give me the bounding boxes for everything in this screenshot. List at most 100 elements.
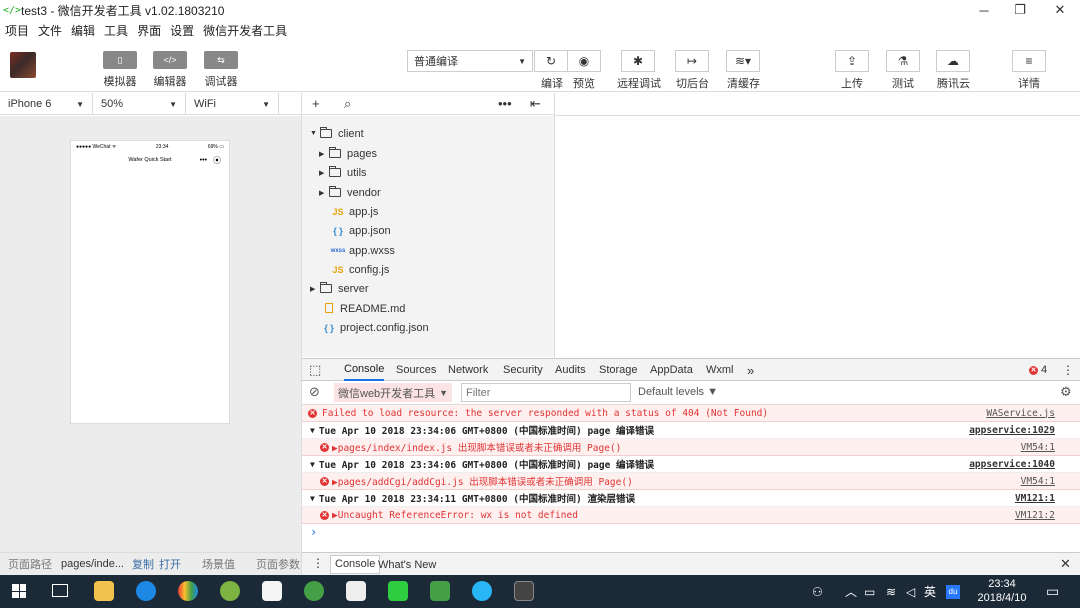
avatar[interactable] xyxy=(10,52,36,78)
debugger-toggle-button[interactable]: ⇆ 调试器 xyxy=(204,51,238,89)
editor-toggle-button[interactable]: </> 编辑器 xyxy=(153,51,187,89)
test-button[interactable]: ⚗ xyxy=(886,50,920,72)
gear-icon[interactable]: ⚙ xyxy=(1060,384,1072,400)
tencent-cloud-button[interactable]: ☁ xyxy=(936,50,970,72)
log-source-link[interactable]: VM54:1 xyxy=(1021,476,1055,487)
close-capsule-icon[interactable]: ⦿ xyxy=(213,155,221,166)
log-source-link[interactable]: WAService.js xyxy=(986,408,1055,419)
zoom-select[interactable]: 50% ▼ xyxy=(93,93,186,115)
drawer-tab-console[interactable]: Console xyxy=(330,555,381,574)
menu-settings[interactable]: 设置 xyxy=(170,22,194,39)
console-log-row[interactable]: ✕ ▶pages/addCgi/addCgi.js 出现脚本错误或者未正确调用 … xyxy=(302,473,1080,490)
tree-file-project-config[interactable]: { } project.config.json xyxy=(320,318,428,337)
ime-indicator[interactable]: 英 xyxy=(924,575,936,608)
mail-icon[interactable] xyxy=(346,581,366,601)
copy-link[interactable]: 复制 xyxy=(132,556,154,572)
people-icon[interactable]: ⚇ xyxy=(812,575,823,608)
tree-file-config-js[interactable]: JS config.js xyxy=(329,260,389,279)
file-explorer-icon[interactable] xyxy=(94,581,114,601)
add-file-icon[interactable]: + xyxy=(312,96,320,111)
kebab-menu-icon[interactable]: ⋮ xyxy=(312,556,324,570)
tree-folder-utils[interactable]: ▶ utils xyxy=(319,163,367,182)
kebab-menu-icon[interactable]: ⋮ xyxy=(1062,359,1074,381)
collapse-icon[interactable]: ⇤ xyxy=(530,96,541,112)
error-counter[interactable]: ✕ 4 xyxy=(1029,359,1047,381)
clear-console-icon[interactable]: ⊘ xyxy=(309,384,320,400)
remote-debug-button[interactable]: ✱ xyxy=(621,50,655,72)
clear-cache-button[interactable]: ≋▾ xyxy=(726,50,760,72)
tab-network[interactable]: Network xyxy=(448,359,488,381)
notification-icon[interactable]: ▭ xyxy=(1046,575,1059,608)
iqiyi-icon[interactable] xyxy=(388,581,408,601)
simulator-toggle-button[interactable]: ▯ 模拟器 xyxy=(103,51,137,89)
compile-mode-select[interactable]: 普通编译 ▼ xyxy=(407,50,533,72)
editor-divider[interactable] xyxy=(554,93,555,358)
task-view-icon[interactable] xyxy=(52,584,68,597)
more-tabs-button[interactable]: » xyxy=(747,359,754,381)
log-source-link[interactable]: appservice:1040 xyxy=(969,459,1055,470)
browser-360-icon[interactable] xyxy=(304,581,324,601)
taskbar-clock[interactable]: 23:34 2018/4/10 xyxy=(972,577,1032,605)
scene-label[interactable]: 场景值 xyxy=(202,556,235,572)
volume-icon[interactable]: ◁ xyxy=(906,575,915,608)
tab-appdata[interactable]: AppData xyxy=(650,359,693,381)
tree-file-readme[interactable]: README.md xyxy=(320,299,405,318)
details-button[interactable]: ≡ xyxy=(1012,50,1046,72)
console-group-row[interactable]: ▼ Tue Apr 10 2018 23:34:06 GMT+0800 (中国标… xyxy=(302,456,1080,473)
tab-wxml[interactable]: Wxml xyxy=(706,359,734,381)
menu-project[interactable]: 项目 xyxy=(5,22,29,39)
console-filter-input[interactable] xyxy=(461,383,631,402)
minimize-button[interactable]: ─ xyxy=(964,0,1004,20)
close-button[interactable]: ✕ xyxy=(1040,0,1080,20)
tab-audits[interactable]: Audits xyxy=(555,359,586,381)
tab-security[interactable]: Security xyxy=(503,359,543,381)
qq-browser-icon[interactable] xyxy=(472,581,492,601)
tab-console[interactable]: Console xyxy=(344,359,385,381)
menu-devtools[interactable]: 微信开发者工具 xyxy=(203,22,287,39)
log-source-link[interactable]: VM121:2 xyxy=(1015,510,1055,521)
tree-folder-client[interactable]: ▼ client xyxy=(310,124,364,143)
menu-edit[interactable]: 编辑 xyxy=(71,22,95,39)
app-k-icon[interactable] xyxy=(136,581,156,601)
log-source-link[interactable]: VM121:1 xyxy=(1015,493,1055,504)
log-levels-select[interactable]: Default levels ▼ xyxy=(638,386,718,398)
more-icon[interactable]: ••• xyxy=(200,157,207,164)
tree-file-app-js[interactable]: JS app.js xyxy=(329,202,378,221)
open-link[interactable]: 打开 xyxy=(159,556,181,572)
tab-sources[interactable]: Sources xyxy=(396,359,436,381)
tree-folder-server[interactable]: ▶ server xyxy=(310,279,369,298)
console-prompt[interactable]: › xyxy=(310,525,317,539)
phone-screen[interactable]: ●●●●● WeChat ᯤ 23:34 69% ▭ Wafer Quick S… xyxy=(70,140,230,424)
params-label[interactable]: 页面参数 xyxy=(256,556,300,572)
wechat-icon[interactable] xyxy=(430,581,450,601)
background-button[interactable]: ↦ xyxy=(675,50,709,72)
menu-tools[interactable]: 工具 xyxy=(104,22,128,39)
tab-storage[interactable]: Storage xyxy=(599,359,638,381)
tray-chevron-icon[interactable]: ︿ xyxy=(845,575,857,608)
tree-folder-pages[interactable]: ▶ pages xyxy=(319,144,377,163)
devtools-taskbar-icon[interactable] xyxy=(514,581,534,601)
compile-button[interactable]: ↻ xyxy=(534,50,568,72)
document-icon[interactable] xyxy=(262,581,282,601)
console-group-row[interactable]: ▼ Tue Apr 10 2018 23:34:11 GMT+0800 (中国标… xyxy=(302,490,1080,507)
tree-file-app-json[interactable]: { } app.json xyxy=(329,221,390,240)
log-source-link[interactable]: appservice:1029 xyxy=(969,425,1055,436)
console-group-row[interactable]: ▼ Tue Apr 10 2018 23:34:06 GMT+0800 (中国标… xyxy=(302,422,1080,439)
network-select[interactable]: WiFi ▼ xyxy=(186,93,279,115)
wifi-icon[interactable]: ≋ xyxy=(886,575,896,608)
baidu-icon[interactable]: du xyxy=(946,575,960,608)
pinwheel-app-icon[interactable] xyxy=(178,581,198,601)
tree-file-app-wxss[interactable]: wxss app.wxss xyxy=(329,241,395,260)
log-source-link[interactable]: VM54:1 xyxy=(1021,442,1055,453)
close-icon[interactable]: ✕ xyxy=(1060,556,1071,572)
search-icon[interactable]: ⌕ xyxy=(344,96,351,112)
windows-start-icon[interactable] xyxy=(12,584,26,598)
menu-file[interactable]: 文件 xyxy=(38,22,62,39)
upload-button[interactable]: ⇪ xyxy=(835,50,869,72)
console-log-row[interactable]: ✕ ▶Uncaught ReferenceError: wx is not de… xyxy=(302,507,1080,524)
tree-folder-vendor[interactable]: ▶ vendor xyxy=(319,183,381,202)
menu-view[interactable]: 界面 xyxy=(137,22,161,39)
console-log-row[interactable]: ✕ ▶pages/index/index.js 出现脚本错误或者未正确调用 Pa… xyxy=(302,439,1080,456)
context-select[interactable]: 微信web开发者工具 ▼ xyxy=(334,383,452,402)
android-studio-icon[interactable] xyxy=(220,581,240,601)
